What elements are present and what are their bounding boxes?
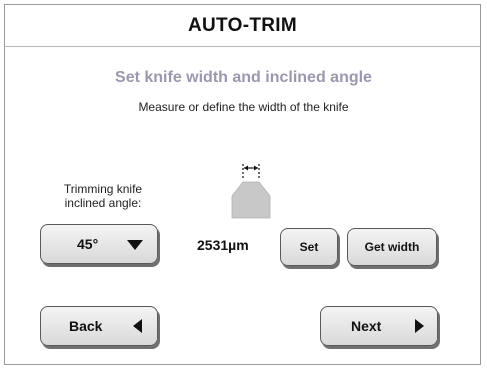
- page-title: AUTO-TRIM: [188, 14, 297, 36]
- angle-label: Trimming knife inclined angle:: [38, 182, 168, 210]
- angle-label-line2: inclined angle:: [64, 196, 142, 210]
- triangle-down-icon: [127, 240, 143, 250]
- get-width-button-label: Get width: [364, 240, 420, 254]
- get-width-button[interactable]: Get width: [347, 228, 437, 266]
- set-button-label: Set: [299, 240, 319, 254]
- set-button[interactable]: Set: [280, 228, 338, 266]
- angle-value: 45°: [77, 236, 99, 252]
- back-button[interactable]: Back: [40, 306, 158, 346]
- header-bar: AUTO-TRIM: [5, 5, 480, 47]
- instruction-text: Measure or define the width of the knife: [138, 100, 349, 114]
- back-button-label: Back: [69, 318, 103, 334]
- section-subtitle: Set knife width and inclined angle: [115, 69, 372, 86]
- angle-dropdown[interactable]: 45°: [40, 224, 158, 264]
- knife-width-diagram-icon: [231, 164, 271, 219]
- angle-label-line1: Trimming knife: [63, 182, 143, 196]
- triangle-left-icon: [133, 319, 142, 333]
- knife-width-value: 2531µm: [197, 237, 249, 253]
- next-button-label: Next: [351, 318, 382, 334]
- triangle-right-icon: [415, 319, 424, 333]
- next-button[interactable]: Next: [320, 306, 438, 346]
